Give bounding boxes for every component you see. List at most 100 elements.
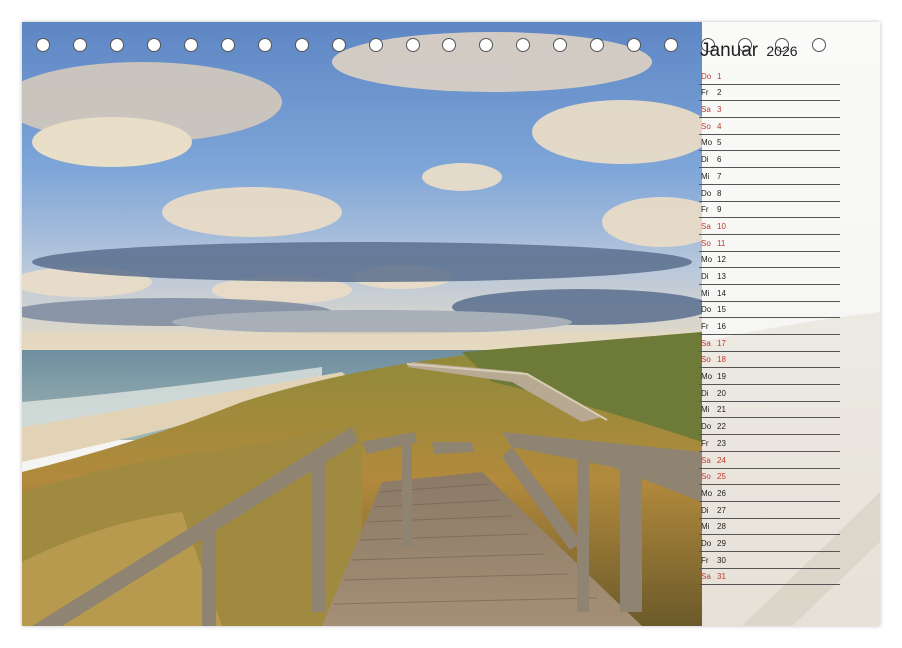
day-number: 13: [717, 271, 726, 281]
day-number: 31: [717, 572, 726, 582]
ring-hole: [442, 38, 457, 52]
weekday-label: Mo: [701, 372, 713, 382]
day-row: Di 20: [699, 385, 840, 402]
ring-hole: [220, 38, 235, 52]
month-title: Januar 2026: [700, 40, 798, 62]
weekday-label: Di: [701, 505, 709, 515]
dune-boardwalk-photo: [22, 22, 702, 626]
weekday-label: So: [701, 121, 711, 131]
day-row: Di 6: [699, 151, 840, 169]
ring-hole: [331, 38, 346, 52]
day-row: Fr 9: [699, 202, 840, 219]
weekday-label: Mi: [701, 171, 710, 181]
day-row: Sa 17: [699, 335, 840, 352]
day-row: Do 15: [699, 302, 840, 319]
day-row: Do 8: [699, 185, 840, 202]
ring-hole: [479, 38, 494, 52]
day-row: Mi 28: [699, 519, 840, 536]
ring-hole: [516, 38, 531, 52]
ring-hole: [590, 38, 605, 52]
month-year: 2026: [766, 43, 798, 59]
day-number: 19: [717, 372, 726, 382]
month-name: Januar: [700, 40, 759, 61]
day-number: 15: [717, 305, 726, 315]
weekday-label: Do: [701, 188, 712, 198]
day-number: 3: [717, 105, 722, 115]
day-row: So 25: [699, 469, 840, 486]
weekday-label: Mo: [701, 488, 713, 498]
weekday-label: Do: [701, 305, 712, 315]
day-row: Sa 24: [699, 452, 840, 469]
weekday-label: Sa: [701, 221, 711, 231]
day-row: Di 13: [699, 268, 840, 285]
day-number: 21: [717, 405, 726, 415]
day-row: Mi 14: [699, 285, 840, 302]
day-number: 26: [717, 488, 726, 498]
ring-hole: [36, 38, 50, 52]
weekday-label: Fr: [701, 205, 709, 215]
day-row: Mo 26: [699, 485, 840, 502]
ring-hole: [664, 38, 679, 52]
day-number: 30: [717, 555, 726, 565]
day-row: Mi 7: [699, 168, 840, 185]
day-number: 27: [717, 505, 726, 515]
weekday-label: Mi: [701, 405, 710, 415]
day-number: 23: [717, 438, 726, 448]
day-row: So 4: [699, 118, 840, 135]
day-row: Sa 31: [699, 569, 840, 586]
weekday-label: Sa: [701, 338, 711, 348]
ring-hole: [146, 38, 161, 52]
ring-hole: [257, 38, 272, 52]
day-number: 24: [717, 455, 726, 465]
weekday-label: Fr: [701, 88, 709, 98]
day-number: 22: [717, 422, 726, 432]
ring-hole: [183, 38, 198, 52]
day-row: Mo 19: [699, 368, 840, 386]
weekday-label: Do: [701, 538, 712, 548]
ring-hole: [109, 38, 124, 52]
ring-hole: [811, 38, 826, 52]
day-row: So 18: [699, 352, 840, 369]
ring-hole: [553, 38, 568, 52]
weekday-label: So: [701, 472, 711, 482]
day-number: 1: [717, 71, 722, 81]
day-row: Do 29: [699, 535, 840, 552]
day-number: 28: [717, 522, 726, 532]
day-number: 14: [717, 288, 726, 298]
day-number: 5: [717, 138, 722, 148]
weekday-label: So: [701, 238, 711, 248]
weekday-label: Fr: [701, 555, 709, 565]
day-row: Di 27: [699, 502, 840, 519]
weekday-label: Fr: [701, 438, 709, 448]
day-number: 12: [717, 255, 726, 265]
day-row: Fr 2: [699, 85, 840, 102]
day-number: 4: [717, 121, 722, 131]
day-row: Mi 21: [699, 402, 840, 419]
day-number: 6: [717, 155, 722, 165]
day-row: Sa 3: [699, 101, 840, 119]
weekday-label: Mi: [701, 522, 710, 532]
weekday-label: Fr: [701, 322, 709, 331]
day-number: 20: [717, 388, 726, 398]
weekday-label: Sa: [701, 105, 711, 115]
day-row: Fr 23: [699, 435, 840, 452]
ring-hole: [405, 38, 420, 52]
day-number: 29: [717, 538, 726, 548]
weekday-label: Do: [701, 71, 712, 81]
weekday-label: Mi: [701, 288, 710, 298]
day-row: Fr 16: [699, 318, 840, 335]
weekday-label: Di: [701, 271, 709, 281]
ring-hole: [368, 38, 383, 52]
weekday-label: Sa: [701, 572, 711, 582]
day-number: 2: [717, 88, 722, 98]
ring-hole: [294, 38, 309, 52]
day-number: 18: [717, 355, 726, 365]
weekday-label: Sa: [701, 455, 711, 465]
day-number: 16: [717, 322, 726, 331]
ring-hole: [72, 38, 87, 52]
day-number: 25: [717, 472, 726, 482]
weekday-label: Do: [701, 422, 712, 432]
day-row: Fr 30: [699, 552, 840, 569]
photo-illustration: [22, 22, 702, 626]
day-number: 8: [717, 188, 722, 198]
